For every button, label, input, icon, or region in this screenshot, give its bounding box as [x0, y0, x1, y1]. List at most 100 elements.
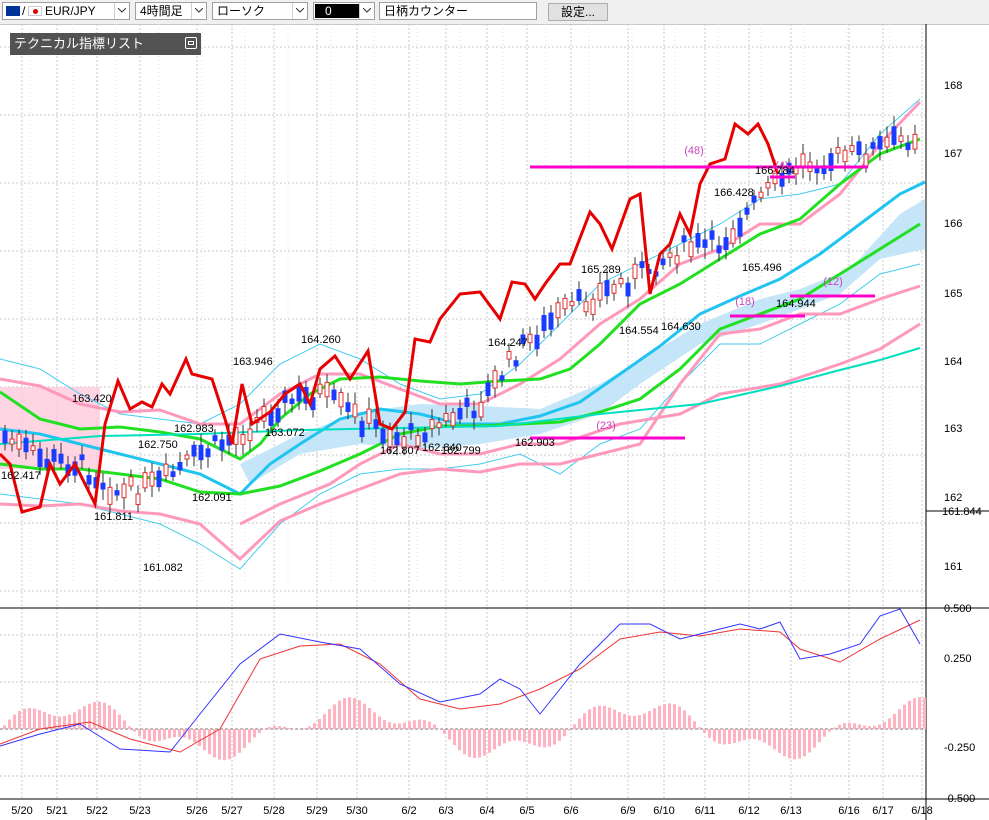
price-annotation: 164.260	[301, 334, 341, 346]
candle-body	[800, 153, 806, 168]
histogram-bar	[308, 726, 311, 729]
histogram-bar	[873, 725, 876, 729]
histogram-bar	[638, 715, 641, 729]
candle-body	[506, 350, 512, 360]
histogram-bar	[668, 703, 671, 729]
histogram-bar	[38, 710, 41, 729]
histogram-bar	[583, 713, 586, 729]
candle-body	[450, 412, 456, 427]
candle-body	[905, 142, 911, 151]
window-icon[interactable]	[185, 37, 197, 49]
price-axis-label: 166	[944, 218, 962, 230]
candle-body	[149, 471, 155, 487]
candle-body	[324, 381, 330, 398]
candle-body	[842, 149, 848, 163]
candle-body	[562, 297, 568, 310]
date-label: 6/2	[401, 805, 416, 817]
histogram-bar	[613, 709, 616, 729]
histogram-bar	[313, 723, 316, 729]
histogram-bar	[198, 729, 201, 747]
candle-body	[611, 283, 617, 294]
date-label: 6/10	[653, 805, 674, 817]
timeframe-label: 4時間足	[140, 4, 183, 18]
histogram-bar	[203, 729, 206, 751]
histogram-bar	[868, 726, 871, 729]
histogram-bar	[158, 729, 161, 741]
histogram-bar	[248, 729, 251, 743]
candle-body	[275, 408, 281, 423]
level-label: (48)	[684, 145, 704, 157]
histogram-bar	[733, 729, 736, 743]
histogram-bar	[23, 708, 26, 729]
histogram-bar	[563, 729, 566, 737]
histogram-bar	[303, 728, 306, 729]
histogram-bar	[518, 729, 521, 741]
candle-body	[485, 382, 491, 397]
price-annotation: 162.807	[380, 445, 420, 457]
chevron-down-icon[interactable]	[292, 3, 307, 19]
flag-separator: /	[22, 4, 26, 18]
price-annotation: 162.983	[174, 423, 214, 435]
candle-body	[191, 444, 197, 457]
histogram-bar	[773, 729, 776, 750]
candle-body	[408, 423, 414, 431]
histogram-bar	[788, 729, 791, 759]
histogram-bar	[803, 729, 806, 757]
price-annotation: 163.072	[265, 427, 305, 439]
date-label: 5/23	[129, 805, 150, 817]
histogram-bar	[193, 729, 196, 743]
histogram-bar	[653, 708, 656, 729]
price-axis-label: 162	[944, 492, 962, 504]
candle-body	[471, 410, 477, 419]
date-label: 6/5	[519, 805, 534, 817]
counter-field[interactable]: 日柄カウンター	[379, 2, 537, 20]
date-label: 5/26	[186, 805, 207, 817]
candle-body	[184, 454, 190, 460]
candle-body	[681, 235, 687, 243]
settings-button[interactable]: 設定...	[548, 3, 608, 21]
histogram-bar	[498, 729, 501, 747]
chart-type-label: ローソク	[217, 4, 266, 18]
histogram-bar	[683, 710, 686, 729]
histogram-bar	[863, 725, 866, 729]
chevron-down-icon[interactable]	[114, 3, 129, 19]
technical-indicator-list[interactable]: テクニカル指標リスト	[10, 33, 201, 55]
symbol-select[interactable]: / EUR/JPY	[2, 2, 130, 20]
price-axis-label: 167	[944, 148, 962, 160]
timeframe-select[interactable]: 4時間足	[135, 2, 207, 20]
candle-body	[198, 444, 204, 461]
price-chart[interactable]: (48)(4)(18)(12)(23) 162.417163.420161.81…	[0, 24, 989, 820]
histogram-bar	[418, 719, 421, 729]
chart-type-select[interactable]: ローソク	[212, 2, 308, 20]
cloud-blue	[240, 199, 925, 484]
histogram-bar	[758, 729, 761, 741]
value-select[interactable]: 0	[313, 2, 375, 20]
chevron-down-icon[interactable]	[191, 3, 206, 19]
date-label: 6/13	[780, 805, 801, 817]
histogram-bar	[428, 721, 431, 729]
histogram-bar	[98, 701, 101, 729]
candle-body	[548, 312, 554, 330]
candle-body	[163, 463, 169, 477]
candle-body	[37, 448, 43, 468]
histogram-bar	[633, 715, 636, 729]
date-label: 6/9	[620, 805, 635, 817]
histogram-bar	[488, 729, 491, 753]
histogram-bar	[523, 729, 526, 742]
chevron-down-icon[interactable]	[359, 3, 374, 19]
histogram-bar	[538, 729, 541, 747]
candle-body	[16, 433, 22, 450]
candle-body	[464, 397, 470, 407]
value-selected: 0	[315, 4, 359, 18]
price-annotation: 164.247	[488, 337, 528, 349]
histogram-bar	[858, 724, 861, 729]
date-label: 5/21	[46, 805, 67, 817]
date-label: 5/30	[346, 805, 367, 817]
candle-body	[884, 136, 890, 148]
histogram-bar	[258, 729, 261, 733]
price-annotation: 162.799	[441, 445, 481, 457]
osc-axis-label: -0.500	[944, 793, 975, 805]
histogram-bar	[388, 722, 391, 729]
candle-body	[436, 422, 442, 429]
japan-flag-icon	[28, 6, 42, 16]
